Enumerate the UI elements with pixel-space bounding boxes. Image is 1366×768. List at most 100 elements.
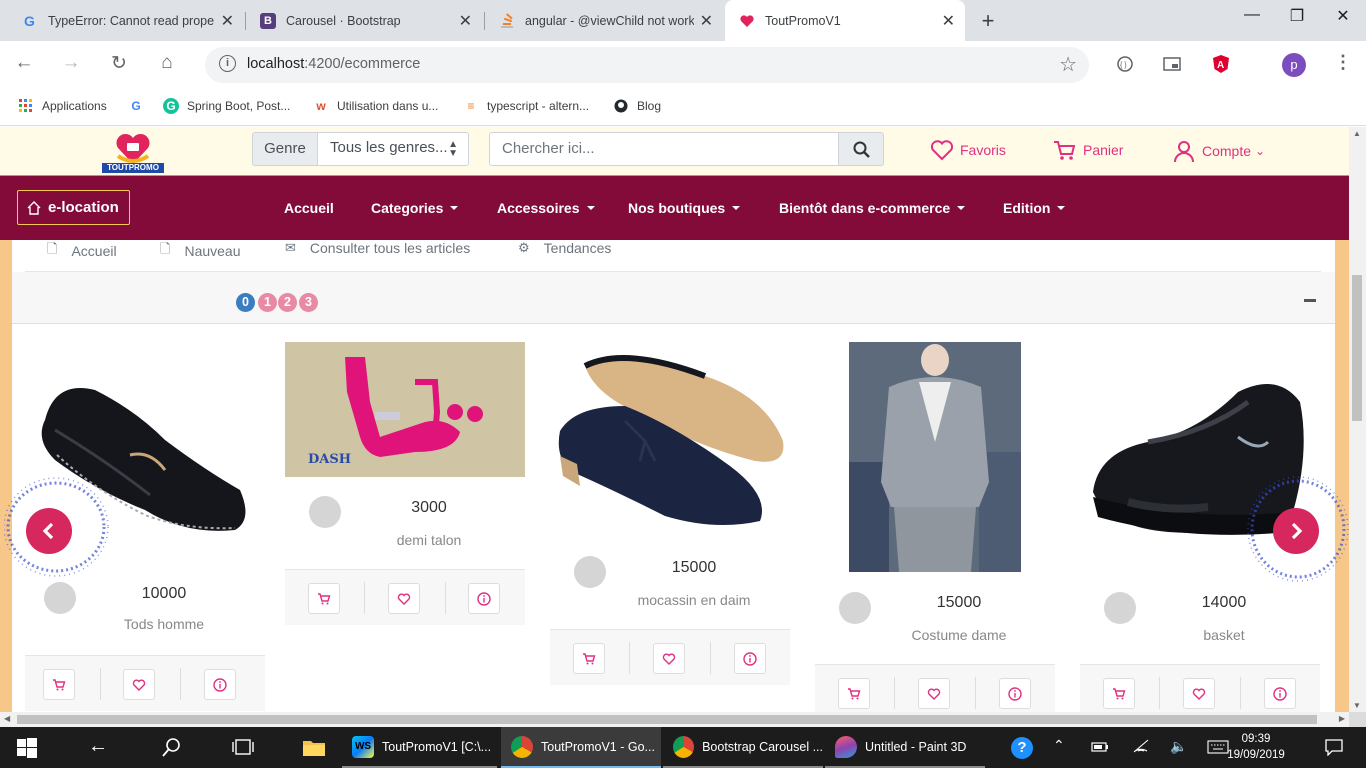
add-to-favorites-button[interactable]: [653, 643, 685, 674]
windows-start-icon[interactable]: [17, 738, 37, 763]
info-icon[interactable]: i: [219, 55, 236, 72]
compte-link[interactable]: Compte ⌄: [1172, 139, 1265, 163]
help-icon[interactable]: ?: [1011, 737, 1033, 759]
close-icon[interactable]: ✕: [221, 11, 234, 31]
scrollbar-corner: [1349, 712, 1366, 727]
product-image[interactable]: [555, 346, 787, 541]
add-to-cart-button[interactable]: [573, 643, 605, 674]
brand-e-location[interactable]: e-location: [17, 190, 130, 225]
notifications-icon[interactable]: [1325, 738, 1343, 761]
reload-icon[interactable]: ↻: [106, 52, 132, 75]
chevron-up-icon[interactable]: ⌃: [1053, 737, 1065, 754]
horizontal-scrollbar[interactable]: ◀ ▶: [0, 712, 1349, 727]
carousel-prev-button[interactable]: [26, 508, 72, 554]
search-input[interactable]: Chercher ici...: [489, 132, 839, 166]
cart-icon: [848, 688, 861, 700]
nav-bientot[interactable]: Bientôt dans e-commerce: [779, 200, 966, 216]
volume-icon[interactable]: 🔈: [1170, 738, 1187, 755]
search-button[interactable]: [838, 132, 884, 166]
taskbar-chrome-bootstrap[interactable]: Bootstrap Carousel ...: [663, 727, 823, 768]
home-icon[interactable]: ⌂: [154, 52, 180, 74]
minimize-button[interactable]: —: [1237, 6, 1267, 24]
bookmark-google[interactable]: G: [128, 98, 152, 114]
product-image[interactable]: DASH: [285, 342, 525, 477]
cast-icon[interactable]: [1163, 56, 1181, 77]
panier-link[interactable]: Panier: [1053, 139, 1123, 161]
bookmark-spring-boot[interactable]: G Spring Boot, Post...: [163, 98, 290, 114]
carousel-indicator-2[interactable]: 2: [278, 293, 297, 312]
subnav-consulter[interactable]: ✉ Consulter tous les articles: [285, 240, 470, 256]
back-icon[interactable]: ←: [11, 52, 37, 74]
extension-icon[interactable]: { }: [1116, 55, 1134, 78]
bookmark-applications[interactable]: Applications: [18, 98, 107, 114]
close-icon[interactable]: ✕: [459, 11, 472, 31]
close-window-button[interactable]: ✕: [1328, 6, 1358, 26]
star-icon[interactable]: ☆: [1059, 52, 1077, 77]
vertical-scrollbar[interactable]: ▲ ▼: [1349, 127, 1366, 712]
add-to-cart-button[interactable]: [308, 583, 340, 614]
carousel-indicator-3[interactable]: 3: [299, 293, 318, 312]
profile-avatar[interactable]: p: [1282, 53, 1306, 77]
cart-icon: [53, 679, 66, 691]
taskbar-paint3d[interactable]: Untitled - Paint 3D: [825, 727, 985, 768]
carousel-indicator-1[interactable]: 1: [258, 293, 277, 312]
add-to-favorites-button[interactable]: [388, 583, 420, 614]
taskbar-webstorm[interactable]: WS ToutPromoV1 [C:\...: [342, 727, 497, 768]
maximize-button[interactable]: ❐: [1282, 6, 1312, 26]
system-clock[interactable]: 09:39 19/09/2019: [1226, 731, 1286, 763]
taskbar-chrome-toutpromo[interactable]: ToutPromoV1 - Go...: [501, 727, 661, 768]
battery-icon[interactable]: [1091, 740, 1109, 758]
carousel-next-button[interactable]: [1273, 508, 1319, 554]
nav-nos-boutiques[interactable]: Nos boutiques: [628, 200, 741, 216]
add-to-cart-button[interactable]: [838, 678, 870, 709]
close-icon[interactable]: ✕: [700, 11, 713, 31]
w-icon: w: [316, 99, 326, 113]
wifi-icon[interactable]: [1132, 738, 1150, 759]
tab-toutpromo[interactable]: ToutPromoV1 ✕: [725, 0, 965, 41]
add-to-favorites-button[interactable]: [1183, 678, 1215, 709]
tab-stackoverflow[interactable]: angular - @viewChild not work ✕: [485, 0, 723, 41]
nav-categories[interactable]: Categories: [371, 200, 459, 216]
bookmark-blog[interactable]: Blog: [613, 98, 661, 114]
tab-typeerror[interactable]: G TypeError: Cannot read proper ✕: [8, 0, 244, 41]
close-icon[interactable]: ✕: [942, 11, 955, 31]
search-icon[interactable]: [162, 737, 182, 762]
subnav-tendances[interactable]: ⚙ Tendances: [518, 240, 611, 256]
product-info-button[interactable]: [468, 583, 500, 614]
tab-bootstrap[interactable]: B Carousel · Bootstrap ✕: [246, 0, 482, 41]
add-to-favorites-button[interactable]: [123, 669, 155, 700]
address-bar[interactable]: i localhost:4200/ecommerce ☆: [205, 47, 1089, 83]
back-arrow-icon[interactable]: ←: [88, 735, 108, 758]
product-image[interactable]: [849, 342, 1021, 572]
subnav-nauveau[interactable]: 🗋 Nauveau: [160, 240, 241, 262]
subnav-accueil[interactable]: 🗋 Accueil: [47, 240, 117, 262]
product-actions: [550, 629, 790, 685]
nav-accueil[interactable]: Accueil: [284, 200, 334, 216]
product-info-button[interactable]: [1264, 678, 1296, 709]
forward-icon[interactable]: →: [58, 52, 84, 74]
carousel-indicator-0[interactable]: 0: [236, 293, 255, 312]
nav-accessoires[interactable]: Accessoires: [497, 200, 595, 216]
bookmark-typescript[interactable]: ≡ typescript - altern...: [463, 98, 589, 114]
genre-select[interactable]: Tous les genres... ▲ ▼: [317, 132, 469, 166]
favoris-link[interactable]: Favoris: [930, 139, 1006, 161]
add-to-cart-button[interactable]: [43, 669, 75, 700]
toutpromo-logo[interactable]: TOUTPROMO: [98, 130, 168, 174]
logo-text: TOUTPROMO: [107, 163, 159, 172]
nav-edition[interactable]: Edition: [1003, 200, 1066, 216]
file-explorer-icon[interactable]: [303, 738, 325, 761]
add-to-cart-button[interactable]: [1103, 678, 1135, 709]
product-info-button[interactable]: [734, 643, 766, 674]
product-info-button[interactable]: [204, 669, 236, 700]
bookmark-utilisation[interactable]: w Utilisation dans u...: [313, 98, 438, 114]
task-view-icon[interactable]: [232, 738, 254, 761]
new-tab-button[interactable]: +: [976, 8, 1000, 34]
angular-extension-icon[interactable]: A: [1212, 54, 1230, 79]
menu-icon[interactable]: ⋮: [1334, 52, 1352, 73]
collapse-icon[interactable]: [1304, 299, 1316, 302]
url-text[interactable]: localhost:4200/ecommerce: [247, 56, 420, 72]
grammarly-icon: G: [163, 98, 179, 114]
google-icon: G: [131, 99, 141, 113]
add-to-favorites-button[interactable]: [918, 678, 950, 709]
product-info-button[interactable]: [999, 678, 1031, 709]
